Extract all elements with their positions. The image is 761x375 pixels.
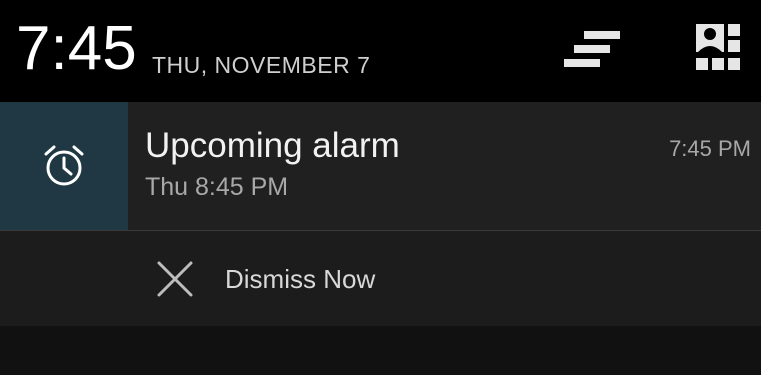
notification-time: 7:45 PM <box>669 136 751 161</box>
close-icon <box>157 261 193 296</box>
header-clock[interactable]: 7:45 <box>16 14 137 84</box>
quick-settings-button[interactable] <box>686 22 750 78</box>
notification-subtitle: Thu 8:45 PM <box>145 173 289 201</box>
alarm-clock-icon <box>44 145 84 186</box>
shade-empty-area <box>0 326 761 375</box>
notification-title: Upcoming alarm <box>145 126 400 165</box>
clear-all-button[interactable] <box>560 22 624 78</box>
header-date[interactable]: THU, NOVEMBER 7 <box>152 52 370 78</box>
notification-shade: 7:45 THU, NOVEMBER 7 Upcoming alarm Thu … <box>0 0 761 375</box>
dismiss-now-button[interactable]: Dismiss Now <box>140 231 440 326</box>
dismiss-now-label: Dismiss Now <box>225 263 376 294</box>
clear-all-icon <box>564 31 620 67</box>
notification-actions: Dismiss Now <box>0 231 761 326</box>
action-icon-wrap <box>140 231 210 326</box>
shade-header: 7:45 THU, NOVEMBER 7 <box>0 0 761 96</box>
notification-icon-box <box>0 102 128 230</box>
quick-settings-icon <box>696 24 740 70</box>
alarm-notification[interactable]: Upcoming alarm Thu 8:45 PM 7:45 PM <box>0 102 761 230</box>
